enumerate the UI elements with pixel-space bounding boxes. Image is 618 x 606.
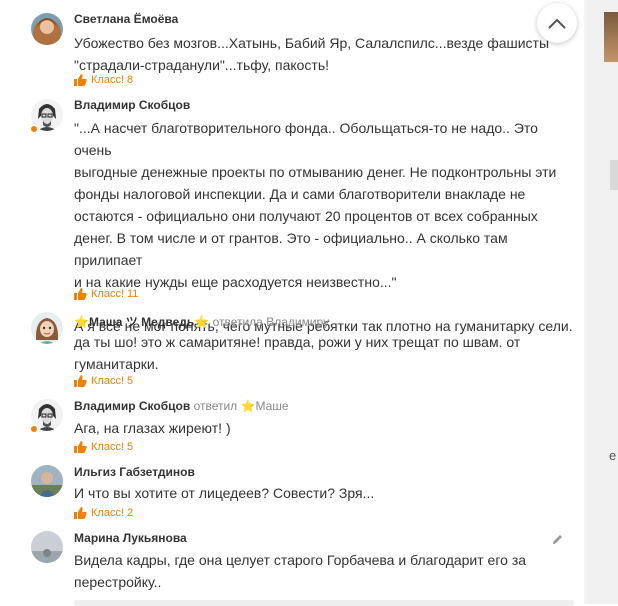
comment-line: Ага, на глазах жиреют! ) [74, 420, 231, 436]
author-name[interactable]: Ильгиз Габзетдинов [74, 465, 195, 479]
online-indicator [30, 125, 38, 133]
comment-line: остаются - официально они получают 20 пр… [74, 208, 538, 224]
comment-line: денег. В том числе и от грантов. Это - о… [74, 230, 508, 268]
thumb-up-icon [74, 74, 87, 86]
thumb-up-icon [74, 288, 87, 300]
comment-line: и на какие нужды еще расходуется неизвес… [74, 274, 397, 290]
reply-label: ответил [193, 399, 238, 413]
like-count: 2 [127, 507, 134, 519]
author-name[interactable]: Марина Лукьянова [74, 531, 187, 545]
like-label: Класс! [91, 288, 124, 300]
reply-input-edge [74, 600, 574, 606]
like-label: Класс! [91, 74, 124, 86]
avatar[interactable] [31, 13, 63, 45]
comment-text: Видела кадры, где она целует старого Гор… [74, 549, 574, 593]
thumb-up-icon [74, 441, 87, 453]
page-background [586, 0, 618, 604]
like-label: Класс! [91, 375, 124, 387]
comment-meta: Светлана Ёмоёва [74, 12, 178, 26]
reply-label: ответила [212, 315, 263, 329]
comment-line: Убожество без мозгов...Хатынь, Бабий Яр,… [74, 35, 550, 51]
comments-panel: Светлана Ёмоёва Убожество без мозгов...Х… [0, 0, 586, 606]
like-label: Класс! [91, 507, 124, 519]
like-button[interactable]: Класс! 5 [74, 441, 133, 453]
comment-meta: Марина Лукьянова [74, 531, 187, 545]
comment-line: "страдали-страданули"...тьфу, пакость! [74, 57, 330, 73]
like-button[interactable]: Класс! 11 [74, 288, 138, 300]
comment-line: Видела кадры, где она целует старого Гор… [74, 552, 527, 568]
comment-line: "...А насчет благотворительного фонда.. … [74, 120, 538, 158]
reply-to-link[interactable]: ⭐Маше [241, 399, 289, 413]
avatar[interactable] [31, 531, 63, 563]
like-button[interactable]: Класс! 5 [74, 375, 133, 387]
author-name[interactable]: Светлана Ёмоёва [74, 12, 178, 26]
like-label: Класс! [91, 441, 124, 453]
like-button[interactable]: Класс! 2 [74, 507, 133, 519]
comment-text: Убожество без мозгов...Хатынь, Бабий Яр,… [74, 32, 574, 76]
comment-meta: ⭐Маша ツ Медведь⭐ ответила Владимиру [74, 313, 329, 330]
online-indicator [30, 425, 38, 433]
like-count: 8 [127, 74, 134, 86]
comment-text: да ты шо! это ж самаритяне! правда, рожи… [74, 331, 574, 375]
comment-meta: Владимир Скобцов ответил ⭐Маше [74, 399, 289, 413]
comment-text: И что вы хотите от лицедеев? Совести? Зр… [74, 482, 574, 504]
reply-to-link[interactable]: Владимиру [266, 315, 329, 329]
background-block [610, 160, 618, 190]
like-count: 5 [127, 375, 134, 387]
like-count: 5 [127, 441, 134, 453]
comment-line: выгодные денежные проекты по отмыванию д… [74, 164, 557, 180]
thumb-up-icon [74, 507, 87, 519]
avatar[interactable] [31, 312, 63, 344]
author-name[interactable]: ⭐Маша ツ Медведь⭐ [74, 315, 209, 329]
like-count: 11 [127, 288, 139, 300]
avatar[interactable] [31, 465, 63, 497]
background-glyph: е [609, 448, 617, 463]
background-thumbnail [604, 12, 618, 62]
comment-meta: Ильгиз Габзетдинов [74, 465, 195, 479]
comment-line: перестройку.. [74, 574, 162, 590]
comment-line: да ты шо! это ж самаритяне! правда, рожи… [74, 334, 521, 350]
comment-line: фонды налоговой инспекции. Да и сами бла… [74, 186, 526, 202]
thumb-up-icon [74, 375, 87, 387]
comment-line [74, 293, 574, 315]
comment-meta: Владимир Скобцов [74, 98, 190, 112]
comment-line: И что вы хотите от лицедеев? Совести? Зр… [74, 485, 375, 501]
like-button[interactable]: Класс! 8 [74, 74, 133, 86]
chevron-up-icon [548, 18, 566, 28]
scroll-up-button[interactable] [537, 3, 577, 43]
comment-text: "...А насчет благотворительного фонда.. … [74, 117, 574, 337]
comment-line: гуманитарки. [74, 356, 159, 372]
author-name[interactable]: Владимир Скобцов [74, 98, 190, 112]
pencil-icon[interactable] [552, 532, 563, 550]
comment-text: Ага, на глазах жиреют! ) [74, 417, 574, 439]
author-name[interactable]: Владимир Скобцов [74, 399, 190, 413]
